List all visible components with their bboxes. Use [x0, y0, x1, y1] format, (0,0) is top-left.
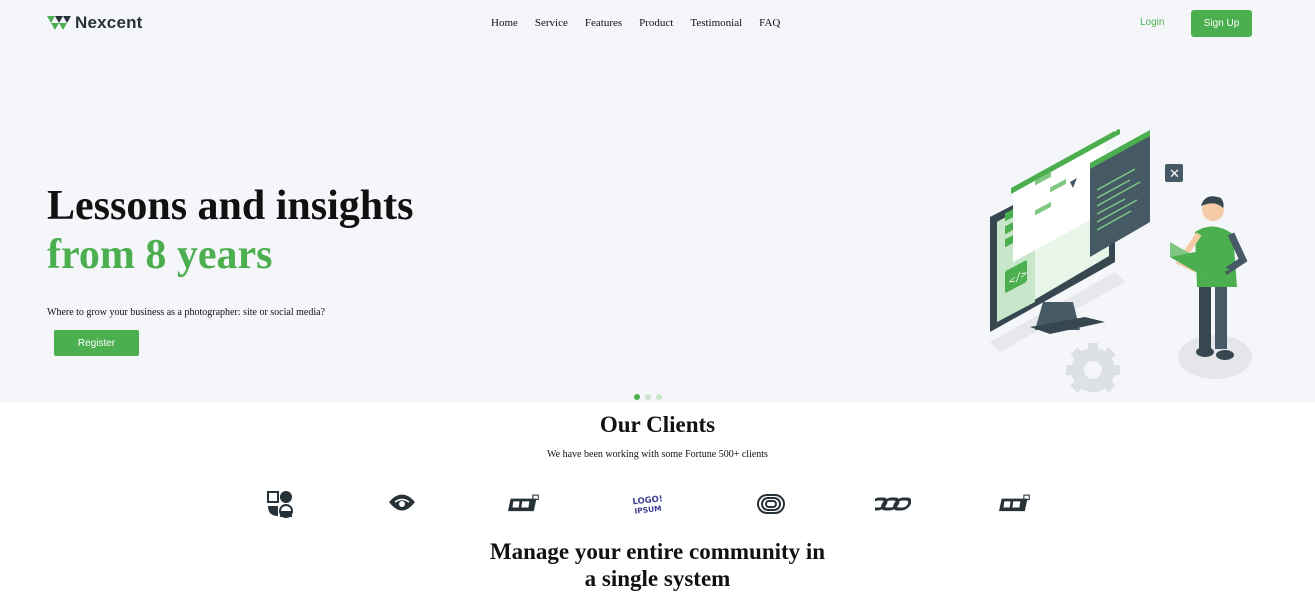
- nav-testimonial[interactable]: Testimonial: [690, 16, 742, 30]
- brand-mark-icon: [47, 16, 71, 30]
- brand-logo[interactable]: Nexcent: [47, 12, 143, 34]
- community-title-line2: a single system: [584, 566, 731, 591]
- login-link[interactable]: Login: [1140, 16, 1164, 30]
- carousel-dots: [634, 394, 662, 400]
- nav-product[interactable]: Product: [639, 16, 673, 30]
- register-button[interactable]: Register: [54, 330, 139, 356]
- developer-at-monitor-illustration: </> ✕: [990, 126, 1252, 392]
- hero-title-line1: Lessons and insights: [47, 183, 414, 229]
- carousel-dot-2[interactable]: [645, 394, 651, 400]
- client-logo-2-icon: [386, 488, 418, 520]
- svg-text:✕: ✕: [1169, 167, 1180, 182]
- carousel-dot-1[interactable]: [634, 394, 640, 400]
- hero-title-line2: from 8 years: [47, 232, 273, 278]
- carousel-dot-3[interactable]: [656, 394, 662, 400]
- client-logo-6-icon: [875, 488, 911, 520]
- client-logo-1-icon: [264, 488, 296, 520]
- nav-service[interactable]: Service: [535, 16, 568, 30]
- clients-title: Our Clients: [599, 412, 716, 437]
- main-nav: Home Service Features Product Testimonia…: [491, 16, 780, 30]
- nav-features[interactable]: Features: [585, 16, 622, 30]
- client-logo-3-icon: [508, 488, 540, 520]
- svg-text:IPSUM: IPSUM: [634, 504, 662, 516]
- client-logo-5-icon: [755, 488, 787, 520]
- clients-subtitle: We have been working with some Fortune 5…: [547, 449, 768, 460]
- nav-faq[interactable]: FAQ: [759, 16, 780, 30]
- brand-name: Nexcent: [75, 13, 143, 32]
- client-logo-7-icon: [999, 488, 1031, 520]
- nav-home[interactable]: Home: [491, 16, 518, 30]
- signup-button[interactable]: Sign Up: [1191, 10, 1252, 37]
- hero-subtitle: Where to grow your business as a photogr…: [47, 307, 325, 318]
- client-logo-4-icon: LOGO! IPSUM: [630, 488, 662, 520]
- community-title: Manage your entire community in a single…: [0, 538, 1315, 592]
- community-title-line1: Manage your entire community in: [489, 539, 826, 564]
